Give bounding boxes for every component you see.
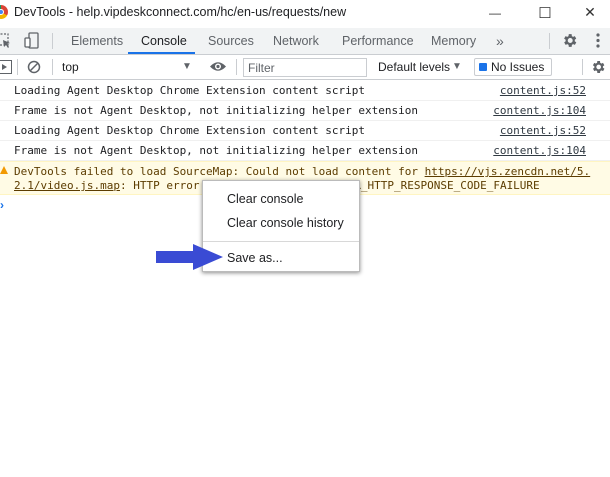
warning-url-link[interactable]: https://vjs.zencdn.net/5. [425, 165, 591, 178]
tab-console[interactable]: Console [141, 28, 187, 54]
warning-line-1: DevTools failed to load SourceMap: Could… [14, 165, 590, 178]
warning-text: DevTools failed to load SourceMap: Could… [14, 165, 425, 178]
toolbar-divider [52, 33, 53, 49]
issues-icon [479, 63, 487, 71]
active-tab-indicator [128, 52, 195, 54]
console-prompt-chevron-icon[interactable]: › [0, 198, 4, 212]
console-message: Loading Agent Desktop Chrome Extension c… [0, 81, 610, 101]
menu-item-save-as[interactable]: Save as... [227, 251, 283, 265]
device-toolbar-icon[interactable] [24, 32, 40, 52]
warning-icon [0, 166, 8, 174]
issues-button[interactable]: No Issues [474, 58, 552, 76]
tab-performance[interactable]: Performance [342, 28, 414, 54]
warning-text: : HTTP error [119, 179, 200, 192]
execution-context-select[interactable]: top ▼ [56, 58, 196, 76]
message-text: Frame is not Agent Desktop, not initiali… [14, 144, 418, 157]
settings-gear-icon[interactable] [561, 32, 578, 52]
toolbar-divider [52, 59, 53, 75]
toolbar-divider [582, 59, 583, 75]
console-message: Loading Agent Desktop Chrome Extension c… [0, 121, 610, 141]
title-bar: DevTools - help.vipdeskconnect.com/hc/en… [0, 0, 610, 25]
dropdown-arrow-icon: ▼ [182, 61, 192, 72]
toolbar-divider [549, 33, 550, 49]
show-sidebar-icon[interactable] [0, 60, 12, 77]
context-menu: Clear console Clear console history Save… [202, 180, 360, 272]
warning-error-code: ERR_HTTP_RESPONSE_CODE_FAILURE [341, 179, 540, 192]
menu-separator [203, 241, 359, 242]
console-settings-gear-icon[interactable] [590, 59, 606, 78]
message-source-link[interactable]: content.js:52 [500, 121, 586, 141]
message-source-link[interactable]: content.js:104 [493, 141, 586, 161]
message-source-link[interactable]: content.js:104 [493, 101, 586, 121]
tab-elements[interactable]: Elements [71, 28, 123, 54]
customize-menu-icon[interactable] [595, 32, 601, 52]
minimize-button[interactable]: — [472, 0, 518, 25]
log-levels-dropdown[interactable]: Default levels ▼ [372, 58, 468, 76]
live-expression-eye-icon[interactable] [209, 60, 227, 76]
message-text: Loading Agent Desktop Chrome Extension c… [14, 124, 365, 137]
dropdown-arrow-icon: ▼ [452, 61, 462, 72]
window-title: DevTools - help.vipdeskconnect.com/hc/en… [14, 5, 347, 19]
annotation-arrow-icon [156, 244, 223, 270]
toolbar-divider [236, 59, 237, 75]
message-source-link[interactable]: content.js:52 [500, 81, 586, 101]
menu-item-clear-console[interactable]: Clear console [227, 192, 303, 206]
tab-sources[interactable]: Sources [208, 28, 254, 54]
issues-label: No Issues [491, 60, 545, 74]
more-tabs-button[interactable]: » [496, 28, 504, 54]
console-message: Frame is not Agent Desktop, not initiali… [0, 141, 610, 161]
toolbar-divider [17, 59, 18, 75]
filter-input[interactable] [243, 58, 367, 77]
inspect-element-icon[interactable] [0, 33, 12, 52]
maximize-button[interactable]: ☐ [522, 0, 568, 25]
message-text: Frame is not Agent Desktop, not initiali… [14, 104, 418, 117]
tab-network[interactable]: Network [273, 28, 319, 54]
message-text: Loading Agent Desktop Chrome Extension c… [14, 84, 365, 97]
warning-url-link[interactable]: 2.1/video.js.map [14, 179, 120, 192]
panel-tab-bar: Elements Console Sources Network Perform… [0, 28, 610, 55]
tab-memory[interactable]: Memory [431, 28, 476, 54]
log-levels-label: Default levels [378, 60, 451, 74]
clear-console-icon[interactable] [27, 60, 41, 77]
warning-line-2: 2.1/video.js.map: HTTP error [14, 179, 199, 192]
chrome-icon [0, 5, 8, 19]
execution-context-value: top [62, 60, 79, 74]
menu-item-clear-console-history[interactable]: Clear console history [227, 216, 344, 230]
close-button[interactable]: ✕ [567, 0, 610, 25]
console-message: Frame is not Agent Desktop, not initiali… [0, 101, 610, 121]
